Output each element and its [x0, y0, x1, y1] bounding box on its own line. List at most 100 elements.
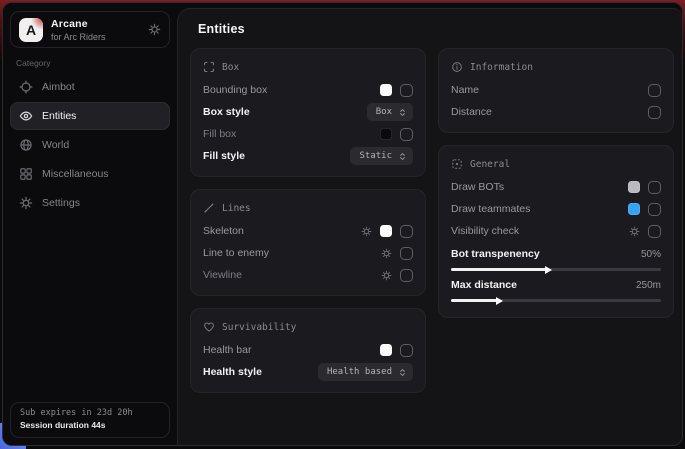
setting-row-fill-box: Fill box — [203, 123, 413, 145]
setting-label: Viewline — [203, 269, 381, 281]
general-card: General Draw BOTs Draw teammates — [438, 145, 674, 318]
card-title: Survivability — [222, 322, 296, 333]
scan-brackets-icon — [203, 61, 215, 73]
heart-icon — [203, 321, 215, 333]
slider-fill — [451, 268, 546, 271]
gear-icon — [19, 196, 33, 210]
card-title: Box — [222, 62, 239, 73]
bot-transparency-slider[interactable] — [451, 268, 661, 271]
fill-box-checkbox[interactable] — [400, 128, 413, 141]
crosshair-icon — [19, 80, 33, 94]
skeleton-options-gear-icon[interactable] — [361, 226, 372, 237]
visibility-check-options-gear-icon[interactable] — [629, 226, 640, 237]
brand-gear-icon[interactable] — [148, 23, 161, 36]
diagonal-line-icon — [203, 202, 215, 214]
subscription-status-card: Sub expires in 23d 20h Session duration … — [10, 402, 170, 438]
sidebar-item-label: World — [42, 139, 69, 151]
slider-thumb[interactable] — [496, 297, 503, 305]
information-card: Information Name Distance — [438, 48, 674, 133]
sidebar-item-entities[interactable]: Entities — [10, 102, 170, 130]
session-duration-text: Session duration 44s — [20, 420, 160, 430]
viewline-checkbox[interactable] — [400, 269, 413, 282]
setting-label: Name — [451, 84, 648, 96]
info-icon — [451, 61, 463, 73]
setting-label: Skeleton — [203, 225, 361, 237]
bounding-box-checkbox[interactable] — [400, 84, 413, 97]
line-to-enemy-options-gear-icon[interactable] — [381, 248, 392, 259]
sub-expires-text: Sub expires in 23d 20h — [20, 408, 160, 418]
lines-card: Lines Skeleton Line to enemy — [190, 189, 426, 296]
health-style-select[interactable]: Health based — [318, 363, 413, 381]
setting-label: Bounding box — [203, 84, 380, 96]
slider-value: 50% — [641, 249, 661, 260]
sidebar-category-label: Category — [16, 58, 51, 68]
skeleton-checkbox[interactable] — [400, 225, 413, 238]
brand-card: A Arcane for Arc Riders — [10, 11, 170, 48]
setting-row-skeleton: Skeleton — [203, 220, 413, 242]
brand-text: Arcane for Arc Riders — [51, 18, 140, 42]
box-card: Box Bounding box Box style Box — [190, 48, 426, 177]
color-swatch[interactable] — [380, 225, 392, 237]
app-window: A Arcane for Arc Riders Category Aimbot — [2, 2, 683, 446]
box-card-header: Box — [203, 58, 413, 76]
viewline-options-gear-icon[interactable] — [381, 270, 392, 281]
slider-thumb[interactable] — [545, 266, 552, 274]
brand-initial: A — [26, 22, 36, 38]
color-swatch[interactable] — [380, 128, 392, 140]
setting-row-health-style: Health style Health based — [203, 361, 413, 383]
setting-row-name: Name — [451, 79, 661, 101]
setting-row-line-to-enemy: Line to enemy — [203, 242, 413, 264]
sidebar-item-world[interactable]: World — [10, 131, 170, 159]
setting-label: Fill style — [203, 150, 350, 162]
setting-label: Health style — [203, 366, 318, 378]
brand-subtitle: for Arc Riders — [51, 32, 140, 42]
box-style-select[interactable]: Box — [367, 103, 413, 121]
distance-checkbox[interactable] — [648, 106, 661, 119]
draw-bots-checkbox[interactable] — [648, 181, 661, 194]
brand-logo: A — [19, 18, 43, 42]
health-bar-checkbox[interactable] — [400, 344, 413, 357]
setting-row-draw-bots: Draw BOTs — [451, 176, 661, 198]
max-distance-slider[interactable] — [451, 299, 661, 302]
sidebar-item-label: Aimbot — [42, 81, 75, 93]
draw-teammates-checkbox[interactable] — [648, 203, 661, 216]
line-to-enemy-checkbox[interactable] — [400, 247, 413, 260]
sidebar-item-miscellaneous[interactable]: Miscellaneous — [10, 160, 170, 188]
setting-label: Box style — [203, 106, 367, 118]
chevron-updown-icon — [398, 368, 407, 377]
main-panel: Entities Box Bounding box — [177, 8, 682, 445]
fill-style-select[interactable]: Static — [350, 147, 413, 165]
survivability-card-header: Survivability — [203, 318, 413, 336]
name-checkbox[interactable] — [648, 84, 661, 97]
lines-card-header: Lines — [203, 199, 413, 217]
slider-fill — [451, 299, 497, 302]
entities-eye-icon — [19, 109, 33, 123]
chevron-updown-icon — [398, 152, 407, 161]
sidebar-item-settings[interactable]: Settings — [10, 189, 170, 217]
setting-label: Health bar — [203, 344, 380, 356]
select-value: Static — [359, 151, 392, 161]
setting-label: Draw BOTs — [451, 181, 628, 193]
visibility-check-checkbox[interactable] — [648, 225, 661, 238]
setting-label: Distance — [451, 106, 648, 118]
setting-row-box-style: Box style Box — [203, 101, 413, 123]
setting-row-distance: Distance — [451, 101, 661, 123]
color-swatch[interactable] — [628, 181, 640, 193]
setting-label: Draw teammates — [451, 203, 628, 215]
dashed-square-icon — [451, 158, 463, 170]
brand-title: Arcane — [51, 18, 140, 30]
setting-row-health-bar: Health bar — [203, 339, 413, 361]
color-swatch[interactable] — [380, 84, 392, 96]
color-swatch[interactable] — [628, 203, 640, 215]
general-card-header: General — [451, 155, 661, 173]
sidebar-nav: Aimbot Entities World Miscellaneous — [10, 73, 170, 218]
bot-transparency-slider-group: Bot transpenency 50% — [451, 246, 661, 271]
survivability-card: Survivability Health bar Health style He… — [190, 308, 426, 393]
sidebar-item-label: Miscellaneous — [42, 168, 109, 180]
color-swatch[interactable] — [380, 344, 392, 356]
sidebar-item-aimbot[interactable]: Aimbot — [10, 73, 170, 101]
left-column: Box Bounding box Box style Box — [190, 48, 426, 405]
select-value: Box — [376, 107, 392, 117]
sidebar: A Arcane for Arc Riders Category Aimbot — [3, 3, 177, 445]
globe-icon — [19, 138, 33, 152]
